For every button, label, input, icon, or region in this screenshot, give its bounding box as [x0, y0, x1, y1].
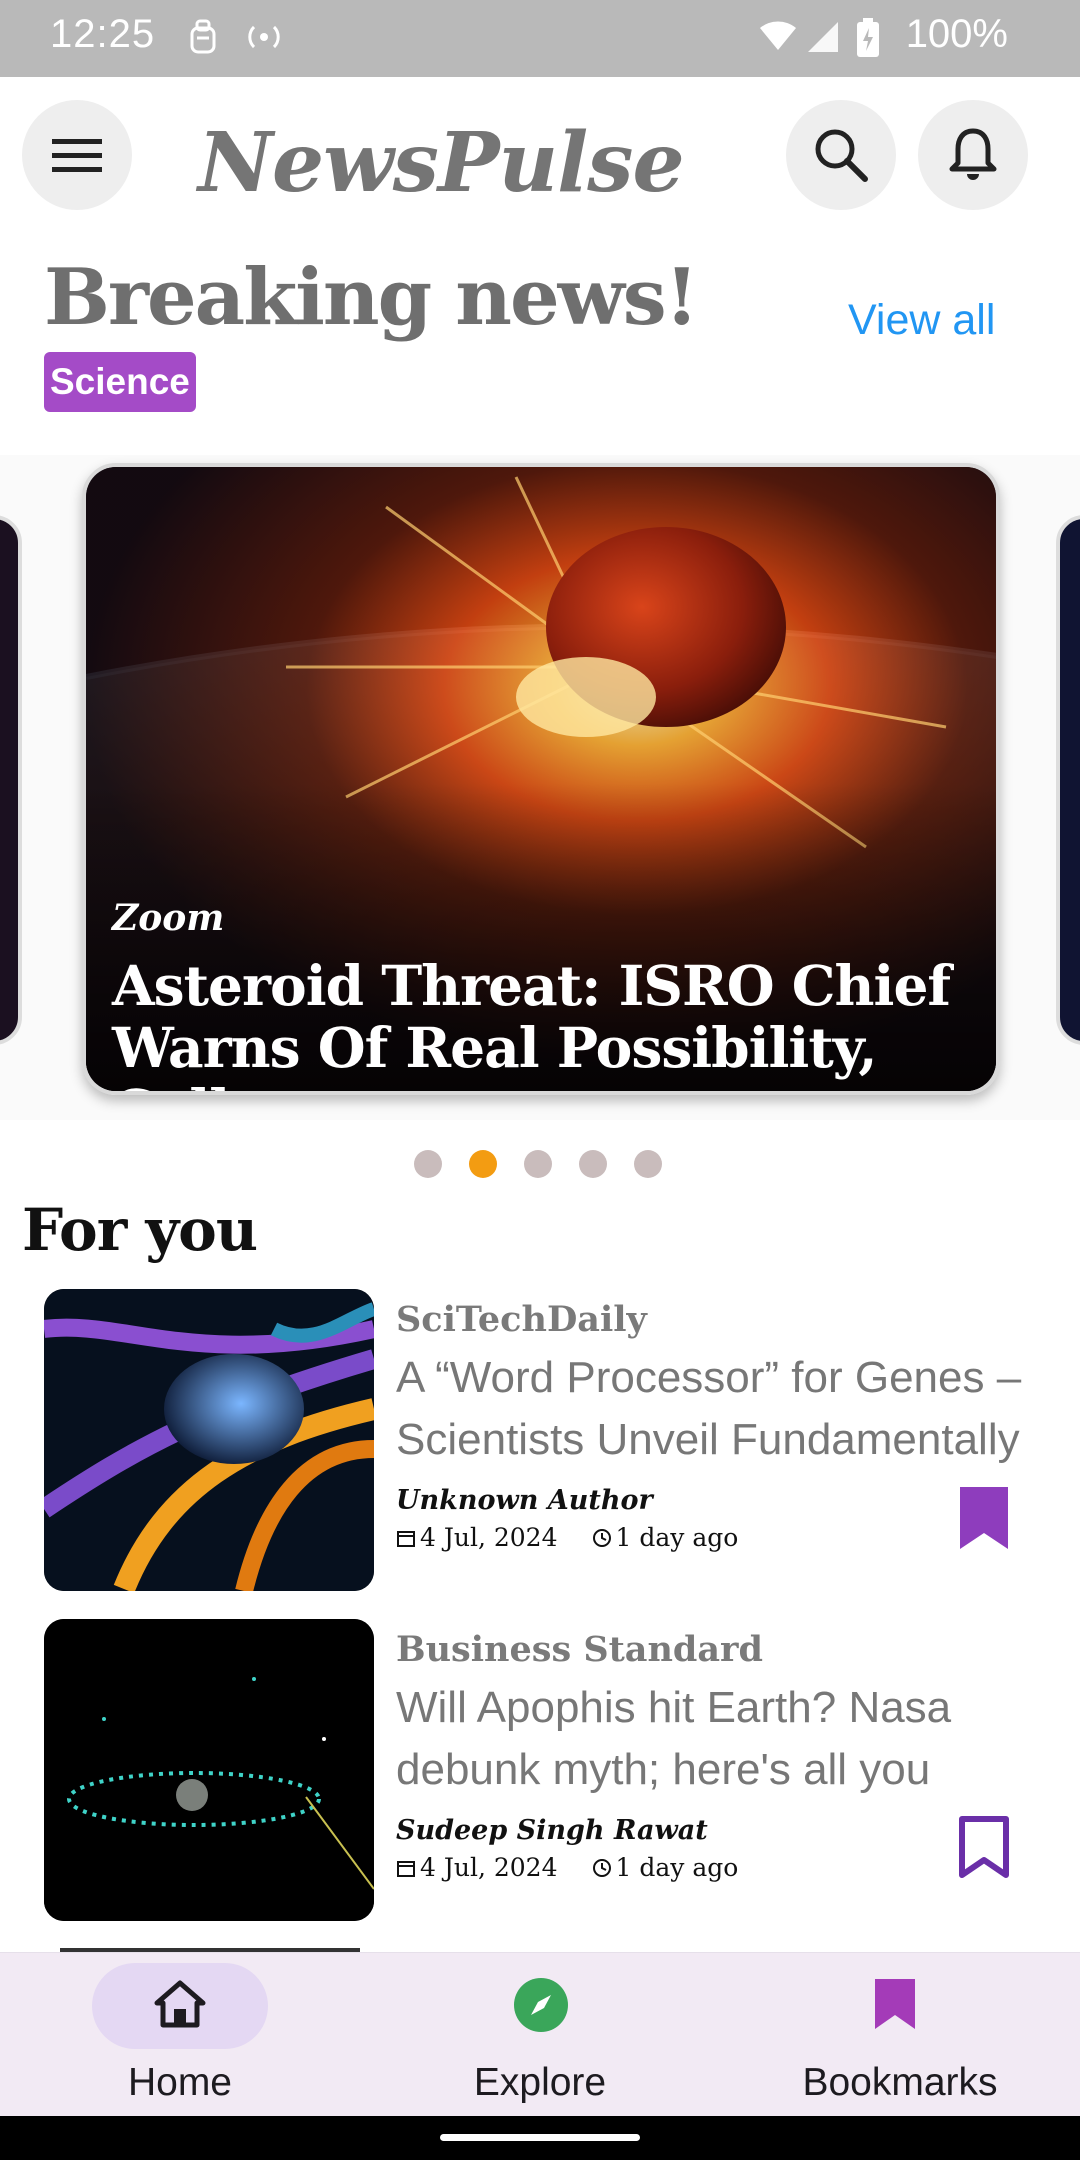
news-meta: 4 Jul, 2024 1 day ago	[396, 1853, 738, 1882]
featured-news-card[interactable]: Zoom Asteroid Threat: ISRO Chief Warns O…	[82, 463, 1000, 1095]
news-date-text: 4 Jul, 2024	[420, 1853, 558, 1882]
battery-percent: 100%	[905, 12, 1008, 56]
notifications-button[interactable]	[918, 100, 1028, 210]
news-publisher: Business Standard	[396, 1629, 763, 1670]
notification-icon	[188, 18, 218, 61]
calendar-icon	[397, 1860, 415, 1877]
signal-icon	[804, 20, 840, 59]
hotspot-icon	[244, 22, 284, 57]
clock-icon	[592, 1858, 611, 1877]
calendar-icon	[397, 1530, 415, 1547]
app-logo: NewsPulse	[198, 115, 685, 211]
nav-explore-label: Explore	[473, 2061, 607, 2104]
carousel-dot[interactable]	[579, 1150, 607, 1178]
news-time-ago: 1 day ago	[592, 1853, 739, 1882]
news-title: Will Apophis hit Earth? Nasa debunk myth…	[396, 1677, 1080, 1801]
home-indicator[interactable]	[440, 2134, 640, 2141]
news-title-line1: Will Apophis hit Earth? Nasa	[396, 1683, 952, 1732]
news-meta: 4 Jul, 2024 1 day ago	[396, 1523, 738, 1552]
featured-headline: Asteroid Threat: ISRO Chief Warns Of Rea…	[112, 953, 982, 1092]
news-title: A “Word Processor” for Genes – Scientist…	[396, 1347, 1080, 1471]
category-chip[interactable]: Science	[44, 352, 196, 412]
carousel-dot[interactable]	[634, 1150, 662, 1178]
compass-icon	[514, 1978, 568, 2032]
nav-explore[interactable]: Explore	[360, 1953, 720, 2117]
wifi-icon	[758, 18, 798, 57]
search-icon	[815, 129, 868, 182]
battery-icon	[856, 18, 880, 63]
news-thumbnail	[44, 1289, 374, 1591]
news-date-text: 4 Jul, 2024	[420, 1523, 558, 1552]
breaking-news-heading: Breaking news!	[44, 252, 699, 343]
news-list-item[interactable]: Business Standard Will Apophis hit Earth…	[44, 1619, 1064, 1923]
carousel-prev-card[interactable]	[0, 515, 22, 1045]
news-time-ago-text: 1 day ago	[615, 1523, 739, 1552]
news-title-line1: A “Word Processor” for Genes –	[396, 1353, 1022, 1402]
featured-headline-line1: Asteroid Threat: ISRO Chief	[112, 953, 951, 1018]
featured-headline-line2: Warns Of Real Possibility, Calls	[112, 1015, 878, 1092]
bookmark-filled-icon	[960, 1487, 1008, 1549]
status-time: 12:25	[50, 12, 156, 56]
news-date: 4 Jul, 2024	[396, 1853, 558, 1882]
bell-icon	[949, 128, 997, 180]
bottom-navigation: Home Explore Bookmarks	[0, 1952, 1080, 2116]
bookmark-icon	[875, 1979, 915, 2029]
menu-button[interactable]	[22, 100, 132, 210]
bookmark-button[interactable]	[958, 1815, 1010, 1886]
news-title-line2: debunk myth; here's all you	[396, 1745, 931, 1794]
news-time-ago-text: 1 day ago	[615, 1853, 739, 1882]
carousel-dot-active[interactable]	[469, 1150, 497, 1178]
news-author: Sudeep Singh Rawat	[396, 1815, 708, 1846]
for-you-heading: For you	[22, 1196, 258, 1264]
news-date: 4 Jul, 2024	[396, 1523, 558, 1552]
carousel-indicator	[414, 1150, 662, 1178]
carousel-dot[interactable]	[414, 1150, 442, 1178]
nav-home-label: Home	[127, 2061, 233, 2104]
carousel-dot[interactable]	[524, 1150, 552, 1178]
bookmark-button[interactable]	[958, 1485, 1010, 1556]
nav-home[interactable]: Home	[0, 1953, 360, 2117]
news-author: Unknown Author	[396, 1485, 653, 1516]
news-list-item[interactable]: SciTechDaily A “Word Processor” for Gene…	[44, 1289, 1064, 1593]
nav-bookmarks[interactable]: Bookmarks	[720, 1953, 1080, 2117]
search-button[interactable]	[786, 100, 896, 210]
news-publisher: SciTechDaily	[396, 1299, 647, 1340]
view-all-link[interactable]: View all	[848, 296, 995, 345]
home-icon	[154, 1980, 206, 2028]
news-thumbnail	[44, 1619, 374, 1921]
clock-icon	[592, 1528, 611, 1547]
status-bar: 12:25 100%	[0, 0, 1080, 77]
featured-source: Zoom	[112, 897, 225, 939]
news-title-line2: Scientists Unveil Fundamentally	[396, 1415, 1020, 1464]
menu-icon	[52, 139, 102, 172]
news-time-ago: 1 day ago	[592, 1523, 739, 1552]
nav-bookmarks-label: Bookmarks	[802, 2061, 998, 2104]
carousel-next-card[interactable]	[1056, 515, 1080, 1045]
bookmark-outline-icon	[959, 1816, 1009, 1878]
gesture-bar	[0, 2116, 1080, 2160]
top-app-bar: NewsPulse	[0, 77, 1080, 227]
breaking-news-carousel[interactable]: Zoom Asteroid Threat: ISRO Chief Warns O…	[0, 455, 1080, 1120]
